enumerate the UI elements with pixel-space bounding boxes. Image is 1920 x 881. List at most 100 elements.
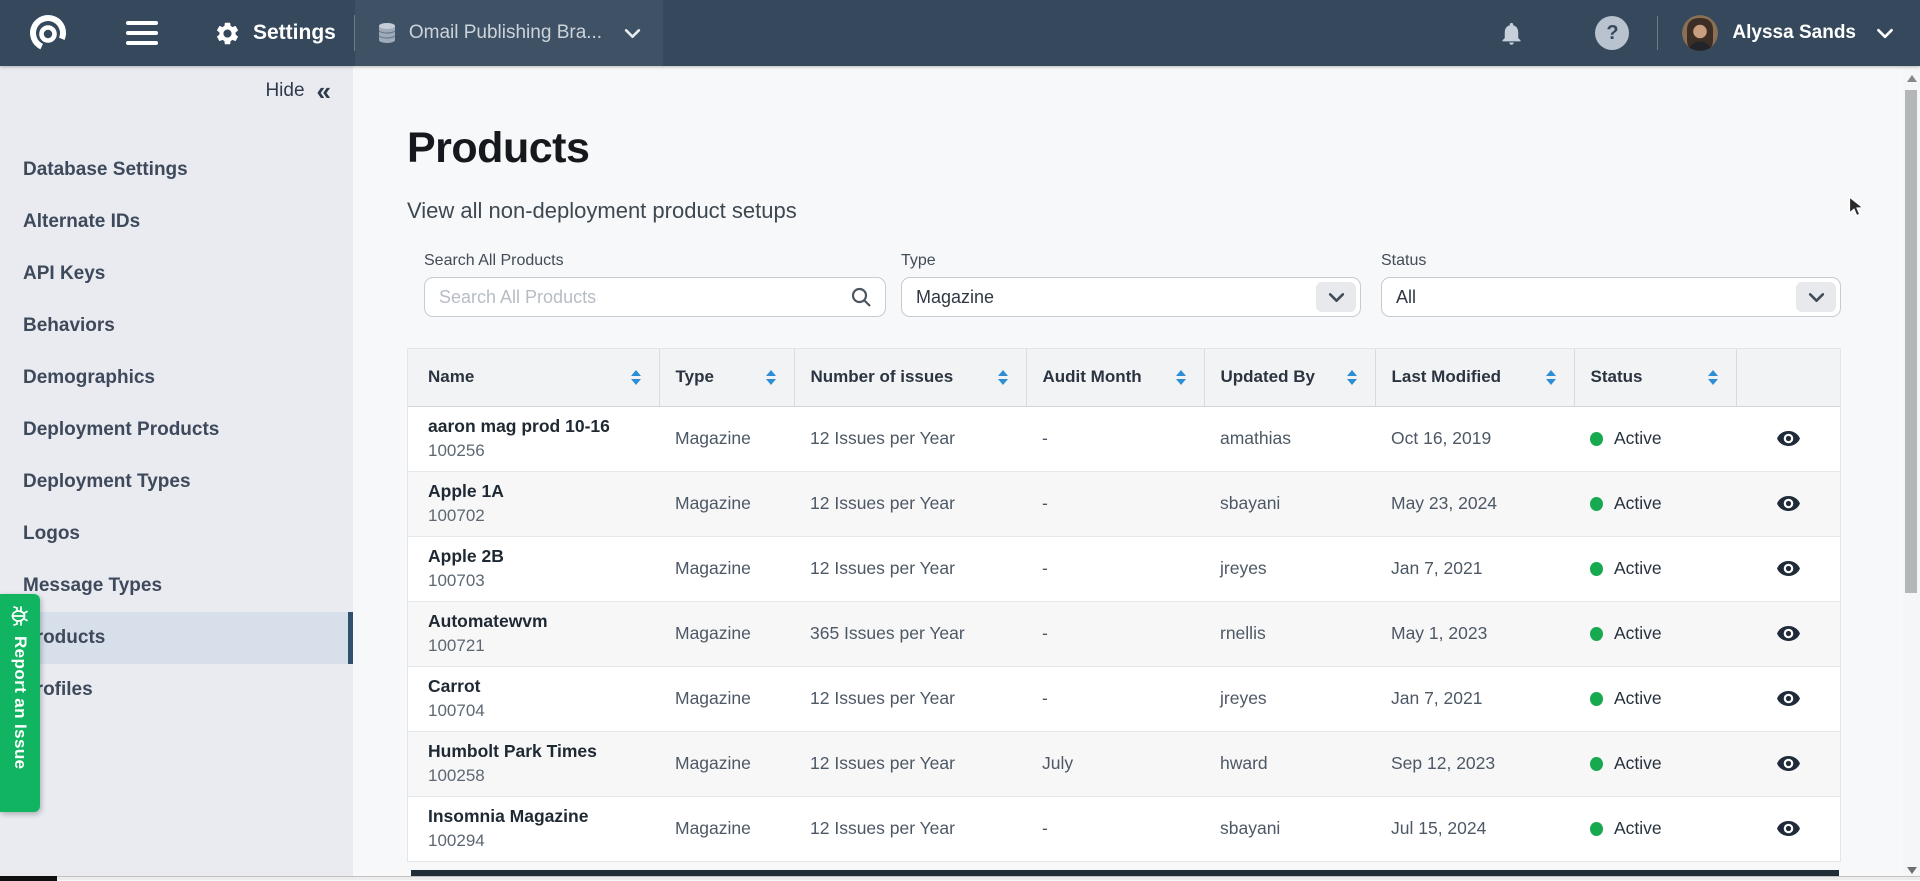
help-icon[interactable]: ? — [1595, 16, 1629, 50]
status-dot — [1590, 432, 1603, 446]
status-text: Active — [1614, 493, 1662, 514]
column-header-type[interactable]: Type — [659, 349, 794, 406]
status-text: Active — [1614, 428, 1662, 449]
status-select[interactable]: All — [1381, 277, 1841, 317]
sidebar-item-profiles[interactable]: Profiles — [0, 664, 353, 716]
view-eye-icon[interactable] — [1776, 621, 1801, 646]
view-eye-icon[interactable] — [1776, 751, 1801, 776]
view-eye-icon[interactable] — [1776, 491, 1801, 516]
column-label: Type — [676, 367, 714, 387]
cell-status: Active — [1574, 731, 1736, 796]
settings-label: Settings — [253, 21, 336, 45]
scroll-up-arrow[interactable] — [1907, 75, 1917, 82]
hide-label: Hide — [265, 80, 304, 102]
product-id: 100704 — [428, 701, 649, 721]
view-eye-icon[interactable] — [1776, 556, 1801, 581]
cell-actions — [1736, 731, 1840, 796]
sort-icon[interactable] — [631, 370, 641, 385]
cell-number-of-issues: 365 Issues per Year — [794, 601, 1026, 666]
sort-icon[interactable] — [1347, 370, 1357, 385]
topbar-left: Settings Omail Publishing Bra... — [0, 0, 663, 66]
horizontal-scrollbar[interactable] — [0, 876, 1920, 880]
sort-icon[interactable] — [1708, 370, 1718, 385]
cell-audit-month: - — [1026, 406, 1204, 471]
view-eye-icon[interactable] — [1776, 686, 1801, 711]
report-issue-tab[interactable]: Report an Issue — [0, 594, 40, 812]
search-icon[interactable] — [849, 285, 873, 314]
sidebar-item-logos[interactable]: Logos — [0, 508, 353, 560]
sidebar-item-products[interactable]: Products — [0, 612, 353, 664]
user-chevron-down-icon[interactable] — [1876, 28, 1894, 39]
column-header-audit-month[interactable]: Audit Month — [1026, 349, 1204, 406]
cell-status: Active — [1574, 666, 1736, 731]
cell-name: Insomnia Magazine100294 — [408, 796, 659, 861]
user-avatar[interactable] — [1682, 15, 1718, 51]
cell-type: Magazine — [659, 731, 794, 796]
column-header-updated-by[interactable]: Updated By — [1204, 349, 1375, 406]
chevron-down-icon[interactable] — [1316, 282, 1356, 312]
product-name: Carrot — [428, 676, 649, 698]
cell-actions — [1736, 471, 1840, 536]
vertical-scrollbar[interactable] — [1903, 66, 1920, 880]
table-row: aaron mag prod 10-16100256Magazine12 Iss… — [408, 406, 1840, 471]
sort-icon[interactable] — [1176, 370, 1186, 385]
sidebar-item-database-settings[interactable]: Database Settings — [0, 144, 353, 196]
table-header-row: Name Type Number of issuesAudit MonthUpdat… — [408, 349, 1840, 406]
cell-updated-by: jreyes — [1204, 666, 1375, 731]
cell-number-of-issues: 12 Issues per Year — [794, 471, 1026, 536]
cell-last-modified: Jul 15, 2024 — [1375, 796, 1574, 861]
sidebar-item-message-types[interactable]: Message Types — [0, 560, 353, 612]
column-header-number-of-issues[interactable]: Number of issues — [794, 349, 1026, 406]
vertical-scrollbar-thumb[interactable] — [1905, 90, 1917, 593]
column-header-last-modified[interactable]: Last Modified — [1375, 349, 1574, 406]
settings-nav[interactable]: Settings — [214, 20, 336, 47]
cell-name: Carrot 100704 — [408, 666, 659, 731]
sidebar-item-deployment-products[interactable]: Deployment Products — [0, 404, 353, 456]
type-select[interactable]: Magazine — [901, 277, 1361, 317]
chevron-down-icon — [624, 28, 641, 39]
database-selector[interactable]: Omail Publishing Bra... — [355, 0, 663, 66]
chevron-down-icon[interactable] — [1796, 282, 1836, 312]
status-dot — [1590, 497, 1603, 511]
status-dot — [1590, 692, 1603, 706]
status-filter-group: Status All — [1381, 252, 1841, 317]
app-logo[interactable] — [26, 11, 70, 55]
sort-icon[interactable] — [998, 370, 1008, 385]
cell-name: Automatewvm100721 — [408, 601, 659, 666]
sort-icon[interactable] — [1546, 370, 1556, 385]
product-name: Apple 1A — [428, 481, 649, 503]
cell-last-modified: Jan 7, 2021 — [1375, 666, 1574, 731]
sidebar-item-demographics[interactable]: Demographics — [0, 352, 353, 404]
menu-icon[interactable] — [122, 17, 162, 49]
column-header-status[interactable]: Status — [1574, 349, 1736, 406]
cell-audit-month: - — [1026, 796, 1204, 861]
user-name[interactable]: Alyssa Sands — [1732, 22, 1856, 44]
status-text: Active — [1614, 558, 1662, 579]
view-eye-icon[interactable] — [1776, 816, 1801, 841]
horizontal-scrollbar-thumb[interactable] — [0, 876, 57, 881]
sidebar-item-api-keys[interactable]: API Keys — [0, 248, 353, 300]
sidebar-hide-button[interactable]: Hide « — [265, 78, 331, 104]
view-eye-icon[interactable] — [1776, 426, 1801, 451]
cell-type: Magazine — [659, 471, 794, 536]
sidebar-item-alternate-ids[interactable]: Alternate IDs — [0, 196, 353, 248]
cell-actions — [1736, 406, 1840, 471]
product-id: 100258 — [428, 766, 649, 786]
notifications-bell-icon[interactable] — [1498, 20, 1525, 47]
sort-icon[interactable] — [766, 370, 776, 385]
cell-updated-by: hward — [1204, 731, 1375, 796]
topbar-right: ? Alyssa Sands — [1498, 15, 1920, 51]
topbar-divider — [1657, 16, 1658, 50]
cell-number-of-issues: 12 Issues per Year — [794, 406, 1026, 471]
scroll-down-arrow[interactable] — [1907, 867, 1917, 874]
cell-actions — [1736, 796, 1840, 861]
sidebar-item-behaviors[interactable]: Behaviors — [0, 300, 353, 352]
cell-status: Active — [1574, 601, 1736, 666]
omeda-logo-icon — [26, 11, 70, 55]
search-input[interactable] — [424, 277, 886, 317]
table-body: aaron mag prod 10-16100256Magazine12 Iss… — [408, 406, 1840, 861]
sidebar-item-deployment-types[interactable]: Deployment Types — [0, 456, 353, 508]
column-header-name[interactable]: Name — [408, 349, 659, 406]
status-text: Active — [1614, 623, 1662, 644]
page-subtitle: View all non-deployment product setups — [407, 198, 797, 224]
